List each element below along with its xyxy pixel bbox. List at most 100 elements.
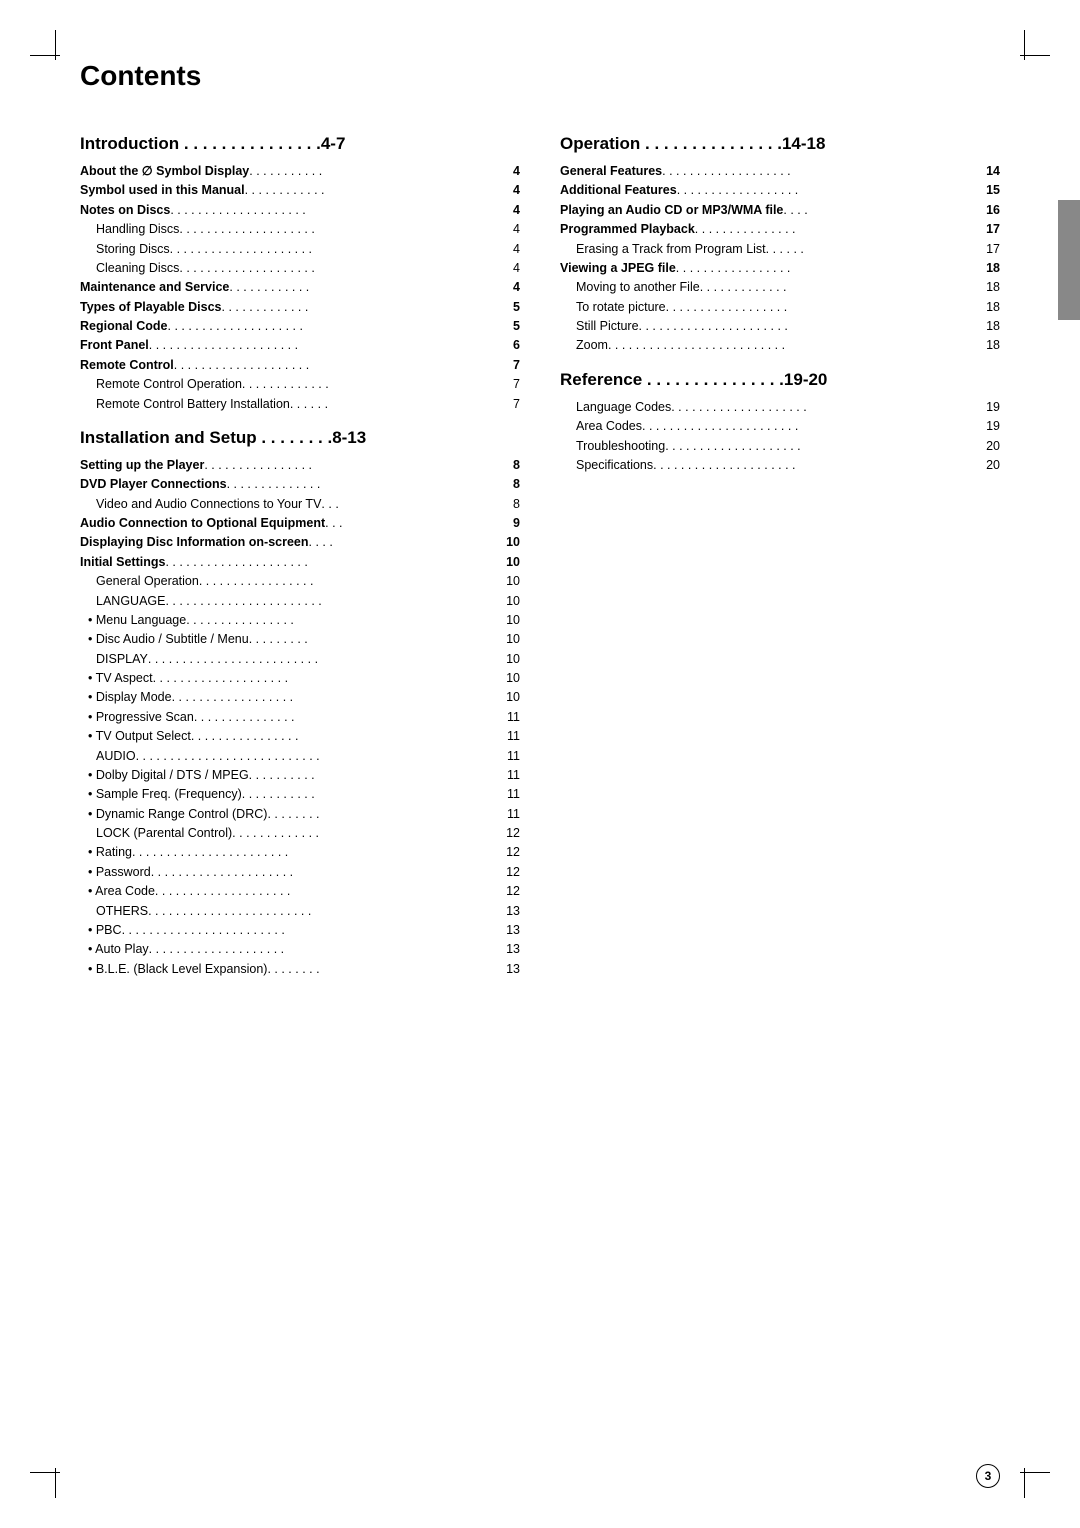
toc-dots: . . . . . . . . . . . . . . . . . . . . — [174, 356, 502, 375]
toc-label: Setting up the Player — [80, 456, 204, 475]
toc-page-number: 10 — [502, 630, 520, 649]
toc-page-number: 10 — [502, 533, 520, 552]
toc-entry: Additional Features. . . . . . . . . . .… — [560, 181, 1000, 200]
toc-label: Audio Connection to Optional Equipment — [80, 514, 325, 533]
toc-entry: Remote Control Operation. . . . . . . . … — [80, 375, 520, 394]
toc-page-number: 10 — [502, 592, 520, 611]
toc-entry: DVD Player Connections. . . . . . . . . … — [80, 475, 520, 494]
toc-page-number: 19 — [982, 417, 1000, 436]
toc-page-number: 20 — [982, 456, 1000, 475]
page: 3 Contents Introduction . . . . . . . . … — [0, 0, 1080, 1528]
toc-dots: . . . . . . . . . . . . . . . . . . . . … — [608, 336, 982, 355]
toc-page-number: 9 — [502, 514, 520, 533]
section-header-reference: Reference . . . . . . . . . . . . . . .1… — [560, 370, 1000, 390]
toc-dots: . . . . . . . . . . . . . . . . . . . . … — [149, 336, 502, 355]
corner-mark-tr-h — [1020, 55, 1050, 56]
toc-label: Still Picture — [560, 317, 639, 336]
toc-dots: . . . . . . . . — [267, 960, 502, 979]
toc-label: Language Codes — [560, 398, 671, 417]
toc-label: • Dynamic Range Control (DRC) — [80, 805, 267, 824]
toc-page-number: 10 — [502, 572, 520, 591]
toc-entry: Audio Connection to Optional Equipment. … — [80, 514, 520, 533]
toc-page-number: 17 — [982, 240, 1000, 259]
toc-entry: Erasing a Track from Program List. . . .… — [560, 240, 1000, 259]
toc-entry: Notes on Discs. . . . . . . . . . . . . … — [80, 201, 520, 220]
toc-label: Remote Control — [80, 356, 174, 375]
toc-label: AUDIO — [80, 747, 136, 766]
toc-dots: . . . . . . . . . . . . . . . — [695, 220, 982, 239]
toc-page-number: 5 — [502, 298, 520, 317]
toc-dots: . . . . . . . . . . . . . . . . . . — [172, 688, 502, 707]
toc-dots: . . . . . . . . . . . . . . . . . . . . … — [642, 417, 982, 436]
toc-entry: Setting up the Player. . . . . . . . . .… — [80, 456, 520, 475]
toc-label: • TV Output Select — [80, 727, 191, 746]
toc-dots: . . . . . . . . . . . . . . . . — [191, 727, 502, 746]
toc-dots: . . . . . . . . . . . . . — [242, 375, 502, 394]
toc-dots: . . . . . . . . . . . . — [229, 278, 502, 297]
toc-page-number: 11 — [502, 708, 520, 727]
toc-entry: Still Picture. . . . . . . . . . . . . .… — [560, 317, 1000, 336]
toc-entry: • B.L.E. (Black Level Expansion). . . . … — [80, 960, 520, 979]
toc-entry: Types of Playable Discs. . . . . . . . .… — [80, 298, 520, 317]
toc-label: • Area Code — [80, 882, 155, 901]
toc-dots: . . . . . . . . . . . . . . . . . . . . — [179, 220, 502, 239]
toc-entry: • TV Aspect. . . . . . . . . . . . . . .… — [80, 669, 520, 688]
toc-entry: Area Codes. . . . . . . . . . . . . . . … — [560, 417, 1000, 436]
toc-dots: . . . . . . . . . . . . . . . . . . . . — [179, 259, 502, 278]
toc-entry: • Dolby Digital / DTS / MPEG. . . . . . … — [80, 766, 520, 785]
toc-dots: . . . . — [783, 201, 982, 220]
toc-page-number: 11 — [502, 727, 520, 746]
toc-dots: . . . . . . . . . . . . . . . . . . . . — [168, 317, 502, 336]
toc-page-number: 13 — [502, 902, 520, 921]
toc-dots: . . . . . . . . . . . . . . . . . . . . — [153, 669, 502, 688]
toc-label: DISPLAY — [80, 650, 148, 669]
toc-dots: . . . . . . . . . . . . . . — [227, 475, 502, 494]
toc-page-number: 4 — [502, 162, 520, 181]
toc-page-number: 18 — [982, 298, 1000, 317]
toc-entry: Remote Control Battery Installation. . .… — [80, 395, 520, 414]
toc-dots: . . . . . . . . . . . . . . . . . . . . … — [639, 317, 982, 336]
toc-page-number: 7 — [502, 356, 520, 375]
toc-label: Erasing a Track from Program List — [560, 240, 766, 259]
corner-mark-br-h — [1020, 1472, 1050, 1473]
toc-dots: . . . . . . . . . . . . . . . . . . . . — [665, 437, 982, 456]
toc-entry: Remote Control. . . . . . . . . . . . . … — [80, 356, 520, 375]
toc-page-number: 12 — [502, 843, 520, 862]
toc-entry: • Password. . . . . . . . . . . . . . . … — [80, 863, 520, 882]
toc-label: Specifications — [560, 456, 653, 475]
toc-entry: OTHERS. . . . . . . . . . . . . . . . . … — [80, 902, 520, 921]
toc-dots: . . . . . . . . . . . . . . . . . . . . … — [148, 902, 502, 921]
toc-page-number: 18 — [982, 278, 1000, 297]
toc-dots: . . . . . . . . . . . . . . . . . . . . … — [165, 553, 502, 572]
toc-page-number: 20 — [982, 437, 1000, 456]
toc-label: OTHERS — [80, 902, 148, 921]
toc-page-number: 18 — [982, 317, 1000, 336]
toc-label: Programmed Playback — [560, 220, 695, 239]
toc-entry: Video and Audio Connections to Your TV. … — [80, 495, 520, 514]
toc-label: • Display Mode — [80, 688, 172, 707]
toc-page-number: 10 — [502, 650, 520, 669]
toc-label: • Sample Freq. (Frequency) — [80, 785, 242, 804]
toc-page-number: 4 — [502, 201, 520, 220]
toc-page-number: 18 — [982, 259, 1000, 278]
toc-label: General Features — [560, 162, 662, 181]
corner-mark-bl-h — [30, 1472, 60, 1473]
section-header-introduction: Introduction . . . . . . . . . . . . . .… — [80, 134, 520, 154]
toc-dots: . . . . . . . . . . . . . . . . . . . . … — [151, 863, 502, 882]
toc-label: Remote Control Operation — [80, 375, 242, 394]
toc-entry: • TV Output Select. . . . . . . . . . . … — [80, 727, 520, 746]
toc-dots: . . . . — [309, 533, 502, 552]
toc-label: Notes on Discs — [80, 201, 170, 220]
toc-dots: . . . . . . . . . . . . . . . . . — [676, 259, 982, 278]
toc-label: • B.L.E. (Black Level Expansion) — [80, 960, 267, 979]
toc-page-number: 4 — [502, 240, 520, 259]
toc-page-number: 10 — [502, 669, 520, 688]
toc-label: Zoom — [560, 336, 608, 355]
toc-label: • PBC — [80, 921, 122, 940]
toc-dots: . . . . . . . . . . . . . . . . . . — [677, 181, 982, 200]
left-column: Introduction . . . . . . . . . . . . . .… — [80, 120, 520, 979]
toc-page-number: 10 — [502, 611, 520, 630]
toc-entry: • Disc Audio / Subtitle / Menu. . . . . … — [80, 630, 520, 649]
toc-entry: AUDIO. . . . . . . . . . . . . . . . . .… — [80, 747, 520, 766]
toc-label: Video and Audio Connections to Your TV — [80, 495, 321, 514]
